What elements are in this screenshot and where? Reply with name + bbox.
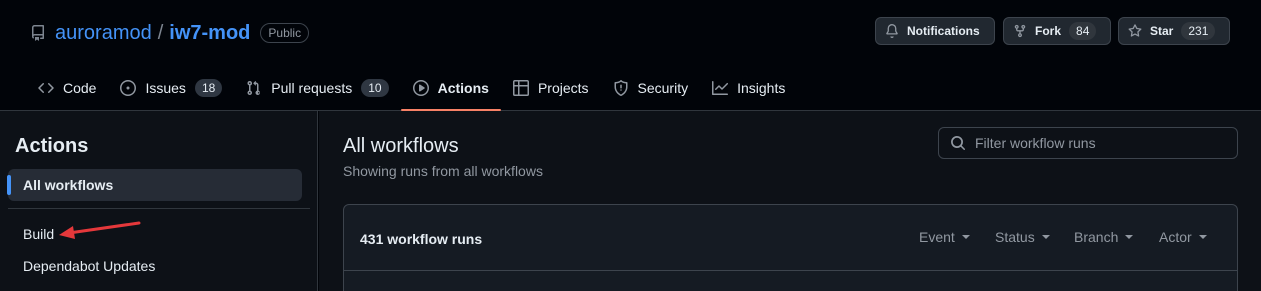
workflow-runs-box: 431 workflow runs Event Status Branch Ac… — [343, 204, 1238, 291]
tab-projects[interactable]: Projects — [501, 66, 601, 110]
notifications-button[interactable]: Notifications — [875, 17, 995, 45]
tab-pull-requests[interactable]: Pull requests 10 — [234, 66, 400, 110]
chevron-down-icon — [1198, 235, 1207, 239]
page-title: All workflows — [343, 135, 459, 157]
repo-header: auroramod / iw7-mod Public Notifications… — [0, 0, 1261, 111]
repo-separator: / — [157, 21, 164, 44]
tab-issues[interactable]: Issues 18 — [108, 66, 234, 110]
dropdown-label: Status — [995, 229, 1035, 245]
dropdown-label: Event — [919, 229, 955, 245]
shield-icon — [614, 80, 628, 96]
event-filter-dropdown[interactable]: Event — [919, 229, 970, 245]
repo-nav-tabs: Code Issues 18 Pull requests 10 Actions … — [26, 66, 797, 111]
tab-counter: 18 — [194, 79, 223, 97]
visibility-badge: Public — [260, 23, 310, 43]
repo-icon — [30, 25, 46, 41]
tab-security[interactable]: Security — [601, 66, 701, 110]
graph-icon — [712, 81, 729, 95]
sidebar-item-build[interactable]: Build — [23, 226, 54, 242]
star-count: 231 — [1181, 22, 1216, 40]
tab-label: Insights — [737, 80, 786, 96]
tab-insights[interactable]: Insights — [700, 66, 797, 110]
sidebar-item-all-workflows[interactable]: All workflows — [7, 169, 302, 201]
tab-label: Issues — [145, 80, 186, 96]
actor-filter-dropdown[interactable]: Actor — [1159, 229, 1207, 245]
fork-icon — [1014, 24, 1026, 38]
actions-sidebar: Actions All workflows Build Dependabot U… — [0, 111, 318, 291]
status-filter-dropdown[interactable]: Status — [995, 229, 1050, 245]
workflow-runs-count: 431 workflow runs — [360, 231, 483, 247]
sidebar-divider — [8, 208, 310, 209]
repo-title: auroramod / iw7-mod Public — [30, 20, 310, 46]
star-label: Star — [1150, 24, 1174, 38]
tab-label: Pull requests — [271, 80, 353, 96]
dropdown-label: Actor — [1159, 229, 1192, 245]
repo-owner-link[interactable]: auroramod — [55, 22, 152, 45]
filter-workflow-runs-input[interactable]: Filter workflow runs — [938, 127, 1238, 159]
chevron-down-icon — [961, 235, 970, 239]
chevron-down-icon — [1125, 235, 1134, 239]
issue-icon — [120, 80, 137, 96]
tab-label: Security — [637, 80, 689, 96]
search-icon — [951, 136, 965, 150]
notifications-label: Notifications — [907, 24, 980, 38]
play-icon — [412, 80, 429, 96]
box-divider — [344, 270, 1237, 271]
fork-label: Fork — [1035, 24, 1062, 38]
workflow-runs-main: All workflows Showing runs from all work… — [319, 111, 1261, 291]
sidebar-item-dependabot-updates[interactable]: Dependabot Updates — [23, 258, 155, 274]
page-subtitle: Showing runs from all workflows — [343, 163, 543, 179]
filter-placeholder: Filter workflow runs — [975, 135, 1096, 151]
tab-label: Code — [63, 80, 97, 96]
tab-counter: 10 — [361, 79, 389, 97]
code-icon — [38, 83, 54, 93]
branch-filter-dropdown[interactable]: Branch — [1074, 229, 1134, 245]
star-button[interactable]: Star 231 — [1118, 17, 1230, 45]
chevron-down-icon — [1041, 235, 1050, 239]
table-icon — [512, 80, 529, 96]
tab-code[interactable]: Code — [26, 66, 108, 110]
tab-label: Projects — [537, 80, 589, 96]
bell-icon — [886, 24, 898, 38]
tab-label: Actions — [437, 80, 489, 96]
tab-actions[interactable]: Actions — [400, 66, 502, 111]
star-icon — [1128, 24, 1142, 37]
fork-count: 84 — [1069, 22, 1097, 40]
sidebar-title: Actions — [15, 135, 89, 157]
fork-button[interactable]: Fork 84 — [1003, 17, 1111, 45]
dropdown-label: Branch — [1074, 229, 1119, 245]
pull-request-icon — [247, 80, 261, 96]
annotation-arrow — [59, 221, 141, 239]
repo-name-link[interactable]: iw7-mod — [169, 22, 250, 45]
